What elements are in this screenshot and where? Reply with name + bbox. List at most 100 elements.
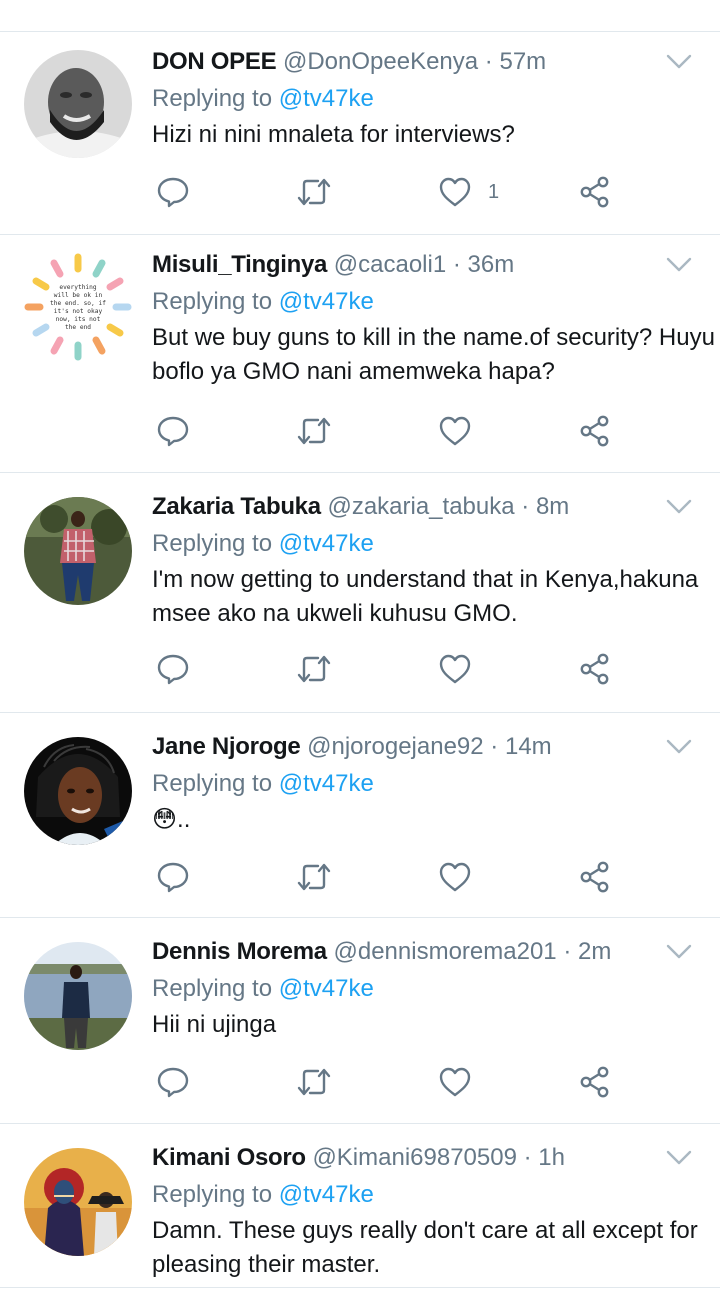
- tweet-text: But we buy guns to kill in the name.of s…: [152, 324, 715, 385]
- heart-icon: [439, 177, 471, 207]
- separator-dot: ·: [490, 733, 499, 760]
- like-button[interactable]: [438, 649, 472, 689]
- tweet[interactable]: Kimani Osoro @Kimani69870509 · 1h Replyi…: [0, 1124, 720, 1288]
- tweet-content: Kimani Osoro @Kimani69870509 · 1h Replyi…: [152, 1143, 720, 1282]
- avatar-illustration-hooded-figures: [24, 1148, 132, 1256]
- display-name[interactable]: Kimani Osoro: [152, 1144, 306, 1171]
- display-name[interactable]: Misuli_Tinginya: [152, 251, 327, 278]
- tweet[interactable]: DON OPEE @DonOpeeKenya · 57m Replying to…: [0, 32, 720, 235]
- timestamp[interactable]: 36m: [468, 251, 515, 278]
- user-handle[interactable]: @cacaoli1: [334, 251, 446, 278]
- share-button[interactable]: [578, 857, 612, 897]
- retweet-button[interactable]: [296, 172, 332, 212]
- tweet-menu-chevron-down-icon[interactable]: [666, 54, 692, 70]
- tweet-menu-chevron-down-icon[interactable]: [666, 739, 692, 755]
- display-name[interactable]: Jane Njoroge: [152, 733, 301, 760]
- timestamp[interactable]: 2m: [578, 938, 611, 965]
- reply-feed: DON OPEE @DonOpeeKenya · 57m Replying to…: [0, 0, 720, 1311]
- separator-dot: ·: [523, 1144, 532, 1171]
- retweet-icon: [297, 178, 331, 206]
- tweet-menu-chevron-down-icon[interactable]: [666, 1150, 692, 1166]
- retweet-button[interactable]: [296, 1062, 332, 1102]
- avatar[interactable]: [24, 1148, 132, 1256]
- like-button[interactable]: [438, 857, 472, 897]
- user-handle[interactable]: @DonOpeeKenya: [283, 48, 478, 75]
- replying-to-handle[interactable]: @tv47ke: [279, 975, 374, 1002]
- avatar[interactable]: [24, 942, 132, 1050]
- replying-to-handle[interactable]: @tv47ke: [279, 1181, 374, 1208]
- separator-dot: ·: [452, 251, 461, 278]
- replying-to: Replying to @tv47ke: [152, 769, 720, 799]
- separator-dot: ·: [484, 48, 493, 75]
- tweet-actions: [152, 857, 672, 897]
- share-button[interactable]: [578, 649, 612, 689]
- tweet[interactable]: everything will be ok in the end. so, if…: [0, 235, 720, 473]
- avatar[interactable]: everything will be ok in the end. so, if…: [24, 253, 132, 361]
- replying-to: Replying to @tv47ke: [152, 1180, 720, 1210]
- timestamp[interactable]: 8m: [536, 493, 569, 520]
- replying-to-handle[interactable]: @tv47ke: [279, 288, 374, 315]
- reply-button[interactable]: [156, 1062, 190, 1102]
- user-handle[interactable]: @njorogejane92: [307, 733, 484, 760]
- share-icon: [580, 861, 609, 893]
- tweet[interactable]: Zakaria Tabuka @zakaria_tabuka · 8m Repl…: [0, 473, 720, 713]
- reply-button[interactable]: [156, 411, 190, 451]
- separator-dot: ·: [521, 493, 530, 520]
- share-button[interactable]: [578, 172, 612, 212]
- user-handle[interactable]: @zakaria_tabuka: [327, 493, 514, 520]
- replying-to-handle[interactable]: @tv47ke: [279, 770, 374, 797]
- replying-to-handle[interactable]: @tv47ke: [279, 85, 374, 112]
- replying-to-label: Replying to: [152, 530, 273, 557]
- reply-button[interactable]: [156, 649, 190, 689]
- tweet-content: Zakaria Tabuka @zakaria_tabuka · 8m Repl…: [152, 492, 720, 631]
- user-handle[interactable]: @Kimani69870509: [312, 1144, 517, 1171]
- avatar-quote-line: the end. so, if: [50, 300, 106, 307]
- like-button[interactable]: [438, 411, 472, 451]
- timestamp[interactable]: 1h: [538, 1144, 565, 1171]
- timestamp[interactable]: 14m: [505, 733, 552, 760]
- avatar-quote-line: now, its not: [56, 316, 101, 323]
- share-button[interactable]: [578, 1062, 612, 1102]
- avatar-quote-circle: everything will be ok in the end. so, if…: [24, 253, 132, 361]
- heart-icon: [439, 654, 471, 684]
- timestamp[interactable]: 57m: [499, 48, 546, 75]
- tweet-text: Hii ni ujinga: [152, 1011, 277, 1038]
- reply-icon: [157, 862, 189, 893]
- avatar-photo-grayscale-man: [24, 50, 132, 158]
- tweet-actions: [152, 1062, 672, 1102]
- heart-icon: [439, 1067, 471, 1097]
- avatar-quote-line: it's not okay: [54, 308, 103, 315]
- replying-to: Replying to @tv47ke: [152, 84, 720, 114]
- user-handle[interactable]: @dennismorema201: [333, 938, 556, 965]
- reply-button[interactable]: [156, 857, 190, 897]
- share-icon: [580, 415, 609, 447]
- share-button[interactable]: [578, 411, 612, 451]
- retweet-button[interactable]: [296, 649, 332, 689]
- tweet[interactable]: Dennis Morema @dennismorema201 · 2m Repl…: [0, 918, 720, 1124]
- display-name[interactable]: DON OPEE: [152, 48, 277, 75]
- avatar[interactable]: [24, 497, 132, 605]
- retweet-button[interactable]: [296, 411, 332, 451]
- tweet-content: DON OPEE @DonOpeeKenya · 57m Replying to…: [152, 47, 720, 152]
- like-button[interactable]: [438, 1062, 472, 1102]
- tweet-header: Dennis Morema @dennismorema201 · 2m: [152, 937, 720, 967]
- display-name[interactable]: Dennis Morema: [152, 938, 327, 965]
- avatar[interactable]: [24, 737, 132, 845]
- tweet-menu-chevron-down-icon[interactable]: [666, 944, 692, 960]
- replying-to-handle[interactable]: @tv47ke: [279, 530, 374, 557]
- avatar-photo-man-standing: [24, 497, 132, 605]
- display-name[interactable]: Zakaria Tabuka: [152, 493, 321, 520]
- like-button[interactable]: 1: [438, 172, 499, 212]
- tweet-actions: [152, 411, 672, 451]
- tweet[interactable]: Jane Njoroge @njorogejane92 · 14m Replyi…: [0, 713, 720, 918]
- replying-to: Replying to @tv47ke: [152, 529, 720, 559]
- share-icon: [580, 176, 609, 208]
- tweet-menu-chevron-down-icon[interactable]: [666, 257, 692, 273]
- reply-button[interactable]: [156, 172, 190, 212]
- feed-top-divider: [0, 0, 720, 32]
- tweet-menu-chevron-down-icon[interactable]: [666, 499, 692, 515]
- retweet-button[interactable]: [296, 857, 332, 897]
- avatar-quote-line: will be ok in: [54, 292, 103, 299]
- share-icon: [580, 1066, 609, 1098]
- avatar[interactable]: [24, 50, 132, 158]
